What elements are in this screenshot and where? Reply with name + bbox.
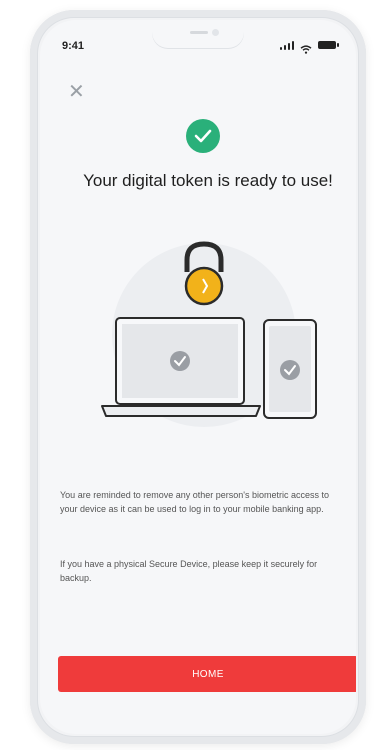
secure-device-text: If you have a physical Secure Device, pl… [60, 559, 318, 583]
page-title: Your digital token is ready to use! [83, 171, 333, 190]
phone-icon [263, 319, 317, 419]
close-icon[interactable]: ✕ [68, 82, 85, 102]
device-illustration [101, 241, 317, 427]
status-bar: 9:41 [40, 20, 356, 64]
laptop-icon [101, 317, 261, 417]
phone-frame: 9:41 ✕ Your digital token is ready to us… [30, 10, 366, 744]
status-icons [280, 40, 339, 54]
battery-icon [318, 41, 339, 49]
success-check-icon [186, 119, 220, 153]
front-camera [212, 29, 219, 36]
signal-icon [280, 40, 294, 50]
wifi-icon [300, 41, 312, 54]
status-time: 9:41 [62, 40, 85, 52]
app-screen: 9:41 ✕ Your digital token is ready to us… [40, 20, 356, 734]
speaker-grille [190, 31, 208, 34]
notch [152, 20, 244, 48]
biometric-reminder-text: You are reminded to remove any other per… [60, 490, 330, 514]
home-button[interactable]: HOME [58, 656, 356, 692]
